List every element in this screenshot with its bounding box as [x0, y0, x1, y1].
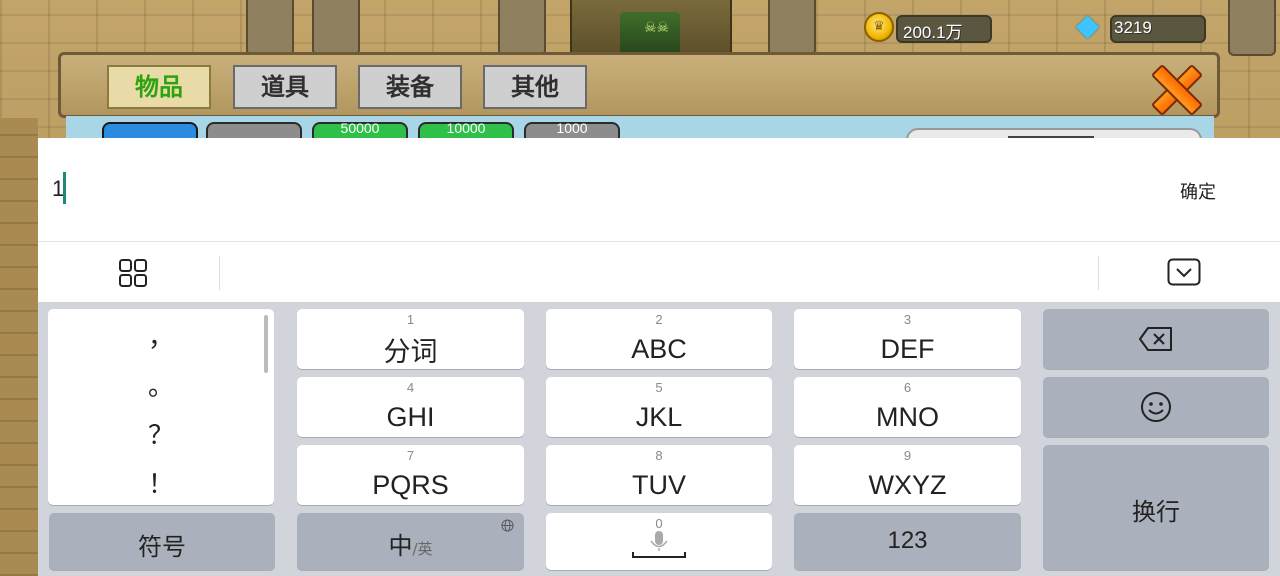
- confirm-button[interactable]: 确定: [1180, 178, 1216, 204]
- gold-value: 200.1万: [903, 23, 963, 42]
- key-1[interactable]: 1 分词: [297, 309, 524, 369]
- punct-comma[interactable]: ，: [48, 317, 274, 354]
- gold-coin-icon: ♛: [864, 12, 894, 42]
- stone-pillar: [498, 0, 546, 56]
- key-7[interactable]: 7 PQRS: [297, 445, 524, 505]
- diamond-value: 3219: [1114, 18, 1152, 37]
- toolbar-divider: [219, 256, 220, 290]
- diamond-counter: ◆ 3219: [1074, 8, 1206, 43]
- tab-props[interactable]: 道具: [233, 65, 337, 109]
- stone-pillar: [1228, 0, 1276, 56]
- tab-equipment[interactable]: 装备: [358, 65, 462, 109]
- backspace-button[interactable]: [1043, 309, 1269, 369]
- key-9[interactable]: 9 WXYZ: [794, 445, 1021, 505]
- temple-door: ☠☠: [620, 12, 680, 54]
- lang-main-label: 中: [388, 532, 413, 560]
- temple-roof: ☠☠: [570, 0, 732, 56]
- stone-pillar: [312, 0, 360, 56]
- toolbar-divider: [1098, 256, 1099, 290]
- skull-icon: ☠☠: [644, 20, 670, 36]
- numbers-button[interactable]: 123: [794, 513, 1021, 570]
- lang-alt-label: /英: [412, 540, 433, 558]
- punctuation-scrollbar[interactable]: [264, 315, 268, 373]
- punct-period[interactable]: 。: [48, 366, 274, 403]
- keyboard-toolbar: [38, 241, 1280, 302]
- punct-question[interactable]: ？: [48, 415, 274, 452]
- grid-menu-icon[interactable]: [118, 258, 148, 288]
- symbol-button[interactable]: 符号: [49, 513, 275, 570]
- key-3[interactable]: 3 DEF: [794, 309, 1021, 369]
- punct-exclaim[interactable]: ！: [48, 464, 274, 501]
- keyboard: ， 。 ？ ！ 1 分词 2 ABC 3 DEF 4 GHI 5 JKL 6 M…: [38, 302, 1280, 576]
- keyboard-hide-icon[interactable]: [1167, 258, 1201, 286]
- stone-pillar: [768, 0, 816, 56]
- microphone-icon: [632, 531, 686, 558]
- gold-counter: ♛ 200.1万: [864, 12, 994, 43]
- inventory-tab-panel: 物品 道具 装备 其他: [58, 52, 1220, 118]
- close-icon[interactable]: [1147, 61, 1201, 115]
- key-4[interactable]: 4 GHI: [297, 377, 524, 437]
- enter-button[interactable]: 换行: [1043, 445, 1269, 570]
- key-2[interactable]: 2 ABC: [546, 309, 772, 369]
- diamond-icon: ◆: [1076, 8, 1100, 43]
- language-toggle-label: 中/英: [297, 526, 524, 561]
- stone-pillar: [246, 0, 294, 56]
- backspace-icon: [1139, 327, 1172, 351]
- tab-other[interactable]: 其他: [483, 65, 587, 109]
- punctuation-list[interactable]: ， 。 ？ ！: [48, 309, 274, 505]
- left-wall: [0, 118, 38, 576]
- key-6[interactable]: 6 MNO: [794, 377, 1021, 437]
- language-toggle-button[interactable]: 中/英: [297, 513, 524, 570]
- space-key[interactable]: 0: [546, 513, 772, 570]
- emoji-icon: [1141, 392, 1171, 422]
- globe-icon: [501, 519, 514, 532]
- key-8[interactable]: 8 TUV: [546, 445, 772, 505]
- text-input-bar[interactable]: 1 确定: [38, 138, 1280, 241]
- emoji-button[interactable]: [1043, 377, 1269, 437]
- text-caret: [63, 172, 66, 204]
- key-5[interactable]: 5 JKL: [546, 377, 772, 437]
- tab-items[interactable]: 物品: [107, 65, 211, 109]
